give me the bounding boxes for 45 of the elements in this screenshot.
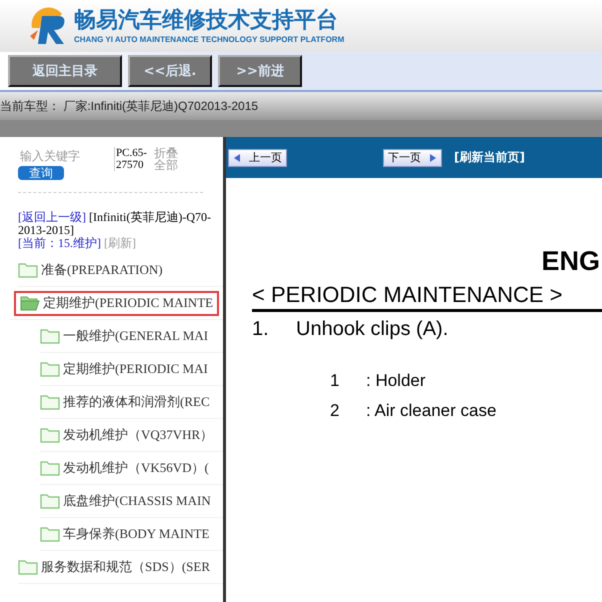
breadcrumb-path: [返回上一级] [Infiniti(英菲尼迪)-Q70-2013-2015] — [18, 211, 212, 237]
folder-icon — [40, 460, 60, 476]
folder-icon — [40, 361, 60, 377]
folder-icon — [40, 394, 60, 410]
previous-page-button[interactable]: 上一页 — [228, 148, 287, 166]
tree-item[interactable]: 一般维护(GENERAL MAI — [40, 320, 223, 353]
legend-text: : Air cleaner case — [366, 401, 496, 420]
back-link[interactable]: [返回上一级] — [18, 210, 86, 224]
tree-item[interactable]: 定期维护(PERIODIC MAI — [40, 353, 223, 386]
right-arrow-icon — [429, 154, 437, 162]
section-title: < PERIODIC MAINTENANCE > — [252, 281, 602, 312]
tree-item[interactable]: 发动机维护（VK56VD）( — [40, 452, 223, 485]
platform-subtitle: CHANG YI AUTO MAINTENANCE TECHNOLOGY SUPPORT PLATFORM — [74, 34, 344, 44]
refresh-page-link[interactable]: [刷新当前页] — [454, 149, 525, 166]
legend-number: 2 — [330, 401, 340, 421]
folder-icon — [40, 493, 60, 509]
current-car-model: 当前车型： 厂家:Infiniti(英菲尼迪)Q702013-2015 — [0, 98, 258, 114]
tree-item[interactable]: 准备(PREPARATION) — [18, 254, 223, 287]
folder-icon — [18, 559, 38, 575]
keyword-field[interactable]: 输入关键字 — [18, 147, 108, 166]
tree-item[interactable]: 推荐的液体和润滑剂(REC — [40, 386, 223, 419]
nav-button[interactable]: 返回主目录 — [8, 55, 122, 87]
folder-icon — [40, 427, 60, 443]
legend-text: : Holder — [366, 371, 426, 390]
open-folder-icon — [20, 295, 40, 311]
query-button[interactable]: 查询 — [18, 166, 64, 180]
tree-item[interactable]: 车身保养(BODY MAINTE — [40, 518, 223, 551]
tree-item[interactable]: 发动机维护（VQ37VHR） — [40, 419, 223, 452]
platform-title: 畅易汽车维修技术支持平台 — [74, 8, 339, 34]
current-section: [当前：15.维护] — [18, 236, 101, 250]
legend-number: 1 — [330, 371, 340, 391]
folder-icon — [40, 328, 60, 344]
document-heading: ENG — [540, 246, 601, 277]
next-page-button[interactable]: 下一页 — [383, 148, 442, 166]
folder-icon — [40, 526, 60, 542]
tree-item[interactable]: 定期维护(PERIODIC MAINTE — [10, 287, 223, 320]
nav-button[interactable]: >>前进 — [218, 55, 302, 87]
folder-icon — [18, 262, 38, 278]
part-code: PC.65-27570 — [114, 147, 148, 171]
left-arrow-icon — [233, 154, 241, 162]
tree-item[interactable]: 底盘维护(CHASSIS MAIN — [40, 485, 223, 518]
tree-item[interactable]: 服务数据和规范（SDS）(SER — [18, 551, 223, 584]
step-text: Unhook clips (A). — [296, 318, 448, 340]
step-number: 1. — [252, 318, 270, 341]
nav-button[interactable]: <<后退. — [128, 55, 212, 87]
